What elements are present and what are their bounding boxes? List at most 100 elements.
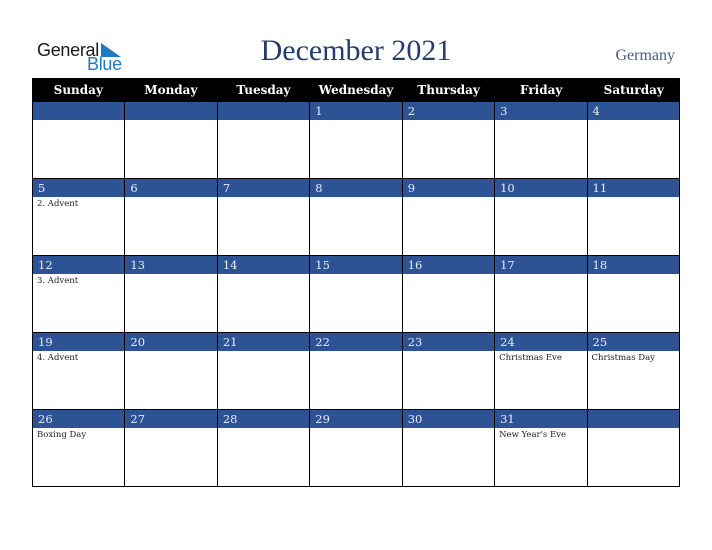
- holiday-label: [33, 120, 124, 122]
- day-number: 11: [587, 179, 679, 197]
- day-cell[interactable]: 2: [401, 102, 495, 179]
- day-cell[interactable]: 22: [309, 333, 402, 410]
- day-number: 24: [495, 333, 587, 351]
- holiday-label: [588, 197, 679, 199]
- day-number: 26: [33, 410, 125, 428]
- day-cell[interactable]: 21: [216, 333, 310, 410]
- holiday-label: 4. Advent: [37, 353, 79, 363]
- day-cell[interactable]: 13: [124, 256, 217, 333]
- day-cell[interactable]: 11: [586, 179, 680, 256]
- day-cell[interactable]: 1: [309, 102, 402, 179]
- holiday-label: [218, 351, 309, 353]
- holiday-label: Christmas Eve: [499, 353, 562, 363]
- day-number: 13: [125, 256, 217, 274]
- weeks-container: 1 2 3 4 5 2. Advent 6 7 8 9 10 11 12 3. Advent 13 14 15 1…: [32, 102, 680, 487]
- week-row: 1234: [32, 102, 680, 179]
- day-number: 21: [217, 333, 310, 351]
- day-number: 22: [310, 333, 402, 351]
- day-cell[interactable]: 16: [401, 256, 495, 333]
- day-cell[interactable]: 30: [401, 410, 495, 487]
- day-cell[interactable]: 8: [309, 179, 402, 256]
- holiday-label: Boxing Day: [37, 430, 87, 440]
- day-cell[interactable]: 3: [494, 102, 587, 179]
- holiday-label: [495, 120, 586, 122]
- day-cell[interactable]: 9: [401, 179, 495, 256]
- day-of-week-header: Sunday Monday Tuesday Wednesday Thursday…: [32, 78, 680, 102]
- holiday-label: [495, 197, 586, 199]
- holiday-label: [310, 197, 401, 199]
- day-number: 16: [402, 256, 495, 274]
- dow-friday: Friday: [520, 83, 563, 97]
- day-cell[interactable]: 24 Christmas Eve: [494, 333, 587, 410]
- day-number: 2: [402, 102, 495, 120]
- holiday-label: [125, 274, 216, 276]
- day-number: [125, 102, 217, 120]
- holiday-label: [403, 428, 494, 430]
- day-cell[interactable]: 20: [124, 333, 217, 410]
- holiday-label: [403, 197, 494, 199]
- holiday-label: [125, 351, 216, 353]
- day-cell[interactable]: 19 4. Advent: [32, 333, 125, 410]
- day-number: 7: [217, 179, 310, 197]
- day-cell[interactable]: 28: [216, 410, 310, 487]
- day-cell[interactable]: 26 Boxing Day: [32, 410, 125, 487]
- day-cell[interactable]: 29: [309, 410, 402, 487]
- calendar-title: December 2021: [260, 34, 452, 67]
- day-cell[interactable]: 5 2. Advent: [32, 179, 125, 256]
- day-number: 28: [217, 410, 310, 428]
- dow-monday: Monday: [144, 83, 198, 97]
- day-number: 12: [33, 256, 125, 274]
- holiday-label: [218, 120, 309, 122]
- day-cell[interactable]: 10: [494, 179, 587, 256]
- day-number: 19: [33, 333, 125, 351]
- holiday-label: Christmas Day: [591, 353, 655, 363]
- holiday-label: 2. Advent: [37, 199, 79, 209]
- day-cell[interactable]: [32, 102, 125, 179]
- day-cell[interactable]: 23: [401, 333, 495, 410]
- day-number: 6: [125, 179, 217, 197]
- day-number: [587, 410, 679, 428]
- day-number: 5: [33, 179, 125, 197]
- day-cell[interactable]: 18: [586, 256, 680, 333]
- day-cell[interactable]: [216, 102, 310, 179]
- day-number: 15: [310, 256, 402, 274]
- dow-wednesday: Wednesday: [318, 83, 394, 97]
- day-number: 29: [310, 410, 402, 428]
- day-cell[interactable]: 12 3. Advent: [32, 256, 125, 333]
- day-number: 30: [402, 410, 495, 428]
- holiday-label: [588, 428, 679, 430]
- day-number: 23: [402, 333, 495, 351]
- day-cell[interactable]: 6: [124, 179, 217, 256]
- day-cell[interactable]: 31 New Year's Eve: [494, 410, 587, 487]
- holiday-label: [310, 274, 401, 276]
- day-cell[interactable]: 17: [494, 256, 587, 333]
- country-label: Germany: [615, 47, 675, 64]
- holiday-label: [588, 274, 679, 276]
- day-number: 18: [587, 256, 679, 274]
- day-number: [33, 102, 125, 120]
- day-number: 1: [310, 102, 402, 120]
- day-cell[interactable]: 14: [216, 256, 310, 333]
- day-cell[interactable]: 27: [124, 410, 217, 487]
- dow-saturday: Saturday: [603, 83, 664, 97]
- day-cell[interactable]: [586, 410, 680, 487]
- holiday-label: [310, 428, 401, 430]
- day-number: 9: [402, 179, 495, 197]
- week-row: 12 3. Advent 13 14 15 16 17 18: [32, 256, 680, 333]
- holiday-label: 3. Advent: [37, 276, 79, 286]
- holiday-label: [125, 428, 216, 430]
- day-number: [217, 102, 310, 120]
- day-cell[interactable]: 15: [309, 256, 402, 333]
- day-cell[interactable]: [124, 102, 217, 179]
- day-cell[interactable]: 4: [586, 102, 680, 179]
- holiday-label: [403, 351, 494, 353]
- day-cell[interactable]: 7: [216, 179, 310, 256]
- day-cell[interactable]: 25 Christmas Day: [586, 333, 680, 410]
- holiday-label: [218, 428, 309, 430]
- holiday-label: [218, 197, 309, 199]
- holiday-label: [125, 120, 216, 122]
- day-number: 25: [587, 333, 679, 351]
- holiday-label: [310, 120, 401, 122]
- day-number: 17: [495, 256, 587, 274]
- holiday-label: [588, 120, 679, 122]
